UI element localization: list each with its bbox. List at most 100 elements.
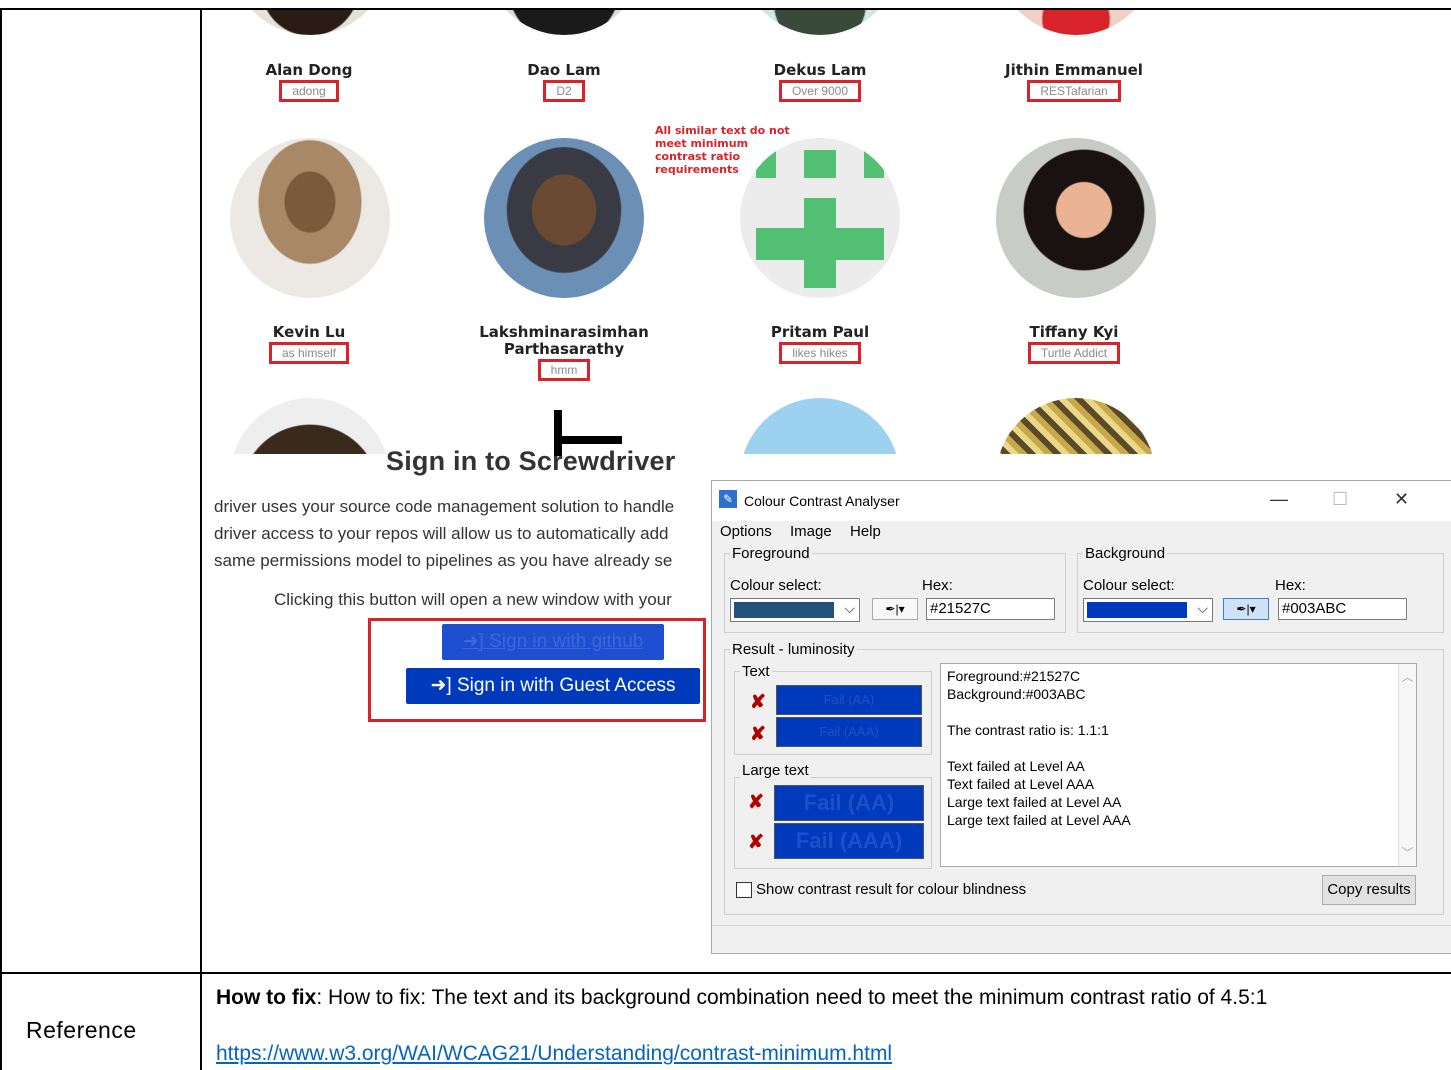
- member-tag: as himself: [268, 342, 350, 364]
- identicon-icon: [756, 150, 884, 288]
- avatar: [996, 398, 1156, 454]
- member-name: Jithin Emmanuel: [1005, 61, 1143, 79]
- eyedropper-icon: ✒|▾: [885, 602, 905, 616]
- avatar-row-clipped: [202, 398, 1202, 454]
- result-line: Large text failed at Level AAA: [947, 812, 1131, 828]
- how-to-fix-text: How to fix: How to fix: The text and its…: [216, 986, 1451, 1009]
- window-title: Colour Contrast Analyser: [744, 493, 900, 509]
- large-text-aa-result: Fail (AA): [774, 785, 924, 821]
- signin-description-line: driver uses your source code management …: [214, 497, 675, 516]
- avatar-tiffany-kyi: [996, 138, 1156, 298]
- avatar: [740, 398, 900, 454]
- member-tag: adong: [279, 80, 339, 102]
- text-aaa-result: Fail (AAA): [776, 717, 922, 747]
- menu-options[interactable]: Options: [720, 523, 772, 540]
- member-card: Lakshminarasimhan Parthasarathy hmm: [444, 324, 684, 381]
- avatar-jithin-emmanuel: [996, 10, 1156, 35]
- result-line: Background:#003ABC: [947, 686, 1086, 702]
- status-bar-divider: [712, 925, 1451, 926]
- signin-title: Sign in to Screwdriver: [386, 446, 676, 476]
- avatar-dekus-lam: [740, 10, 900, 35]
- eyedropper-icon: ✒|▾: [1236, 602, 1256, 616]
- fg-hex-input[interactable]: #21527C: [926, 598, 1055, 620]
- text-label: Text: [740, 663, 772, 680]
- fail-x-icon: ✘: [748, 832, 764, 853]
- member-name: Lakshminarasimhan Parthasarathy: [479, 323, 649, 358]
- member-name: Pritam Paul: [770, 323, 870, 341]
- result-line: Large text failed at Level AA: [947, 794, 1122, 810]
- fg-eyedropper-button[interactable]: ✒|▾: [872, 598, 918, 620]
- member-tag: hmm: [537, 359, 591, 381]
- result-line: Text failed at Level AAA: [947, 776, 1095, 792]
- member-card: Tiffany Kyi Turtle Addict: [954, 324, 1194, 364]
- member-card: Jithin Emmanuel RESTafarian: [954, 62, 1194, 102]
- colour-blindness-checkbox[interactable]: [736, 882, 752, 898]
- bg-colour-select-label: Colour select:: [1083, 577, 1175, 594]
- minimize-button[interactable]: —: [1270, 489, 1288, 510]
- avatar: [230, 398, 390, 454]
- menu-help[interactable]: Help: [850, 523, 881, 540]
- signin-description-line: driver access to your repos will allow u…: [214, 524, 669, 543]
- results-textarea[interactable]: Foreground:#21527C Background:#003ABC Th…: [940, 663, 1417, 867]
- foreground-label: Foreground: [730, 545, 812, 562]
- member-card: Dao Lam D2: [444, 62, 684, 102]
- member-name: Dekus Lam: [773, 61, 867, 79]
- colour-blindness-label: Show contrast result for colour blindnes…: [756, 881, 1027, 898]
- github-signin-button[interactable]: ➜] Sign in with github: [442, 624, 664, 660]
- member-card: Dekus Lam Over 9000: [700, 62, 940, 102]
- member-tag: likes hikes: [779, 342, 861, 364]
- close-button[interactable]: ✕: [1394, 489, 1409, 510]
- signin-instruction: Clicking this button will open a new win…: [274, 590, 672, 609]
- colour-contrast-analyser-window: ✎ Colour Contrast Analyser — ☐ ✕ Options…: [711, 480, 1451, 954]
- scroll-down-icon[interactable]: ﹀: [1399, 844, 1416, 862]
- signin-icon: ➜]: [462, 631, 484, 652]
- avatar-lakshminarasimhan: [484, 138, 644, 298]
- fg-colour-select[interactable]: ⌵: [730, 598, 860, 622]
- member-tag: D2: [543, 80, 585, 102]
- avatar-dao-lam: [484, 10, 644, 35]
- member-name: Tiffany Kyi: [1029, 323, 1119, 341]
- fg-hex-label: Hex:: [922, 577, 953, 594]
- cursor-mark: [554, 436, 622, 444]
- member-tag: Turtle Addict: [1027, 342, 1121, 364]
- bg-hex-label: Hex:: [1275, 577, 1306, 594]
- reference-label: Reference: [26, 1017, 137, 1043]
- avatar-kevin-lu: [230, 138, 390, 298]
- large-text-label: Large text: [740, 762, 811, 779]
- guest-signin-button[interactable]: ➜] Sign in with Guest Access: [406, 668, 700, 704]
- app-logo-icon: ✎: [719, 490, 737, 508]
- menu-image[interactable]: Image: [790, 523, 832, 540]
- avatar-pritam-paul: [740, 138, 900, 298]
- table-row-divider: [0, 972, 1451, 974]
- fail-x-icon: ✘: [750, 724, 766, 745]
- member-name: Dao Lam: [527, 61, 601, 79]
- result-line: Text failed at Level AA: [947, 758, 1085, 774]
- bg-hex-input[interactable]: #003ABC: [1278, 598, 1407, 620]
- signin-description-line: same permissions model to pipelines as y…: [214, 551, 673, 570]
- member-tag: Over 9000: [778, 80, 862, 102]
- window-titlebar: ✎ Colour Contrast Analyser — ☐ ✕: [712, 481, 1451, 521]
- bg-colour-select[interactable]: ⌵: [1083, 598, 1213, 622]
- signin-icon: ➜]: [430, 675, 452, 696]
- result-line-blank: [947, 739, 1131, 757]
- member-card: Kevin Lu as himself: [202, 324, 429, 364]
- scroll-up-icon[interactable]: ︿: [1399, 668, 1416, 686]
- bg-swatch: [1087, 602, 1187, 618]
- copy-results-button[interactable]: Copy results: [1322, 875, 1416, 905]
- member-name: Alan Dong: [265, 61, 353, 79]
- wcag-reference-link[interactable]: https://www.w3.org/WAI/WCAG21/Understand…: [216, 1042, 892, 1066]
- report-table: Alan Dong adong Dao Lam D2 Dekus Lam Ove…: [0, 0, 1451, 1070]
- member-name: Kevin Lu: [272, 323, 346, 341]
- fg-colour-select-label: Colour select:: [730, 577, 822, 594]
- background-label: Background: [1083, 545, 1168, 562]
- maximize-button[interactable]: ☐: [1332, 489, 1348, 510]
- chevron-down-icon: ⌵: [1197, 600, 1208, 616]
- result-line-blank: [947, 703, 1131, 721]
- results-scrollbar[interactable]: ︿ ﹀: [1398, 664, 1416, 866]
- member-card: Pritam Paul likes hikes: [700, 324, 940, 364]
- result-line: The contrast ratio is: 1.1:1: [947, 722, 1109, 738]
- fail-x-icon: ✘: [750, 692, 766, 713]
- result-label: Result - luminosity: [730, 641, 857, 658]
- bg-eyedropper-button[interactable]: ✒|▾: [1223, 598, 1269, 620]
- fg-swatch: [734, 602, 834, 618]
